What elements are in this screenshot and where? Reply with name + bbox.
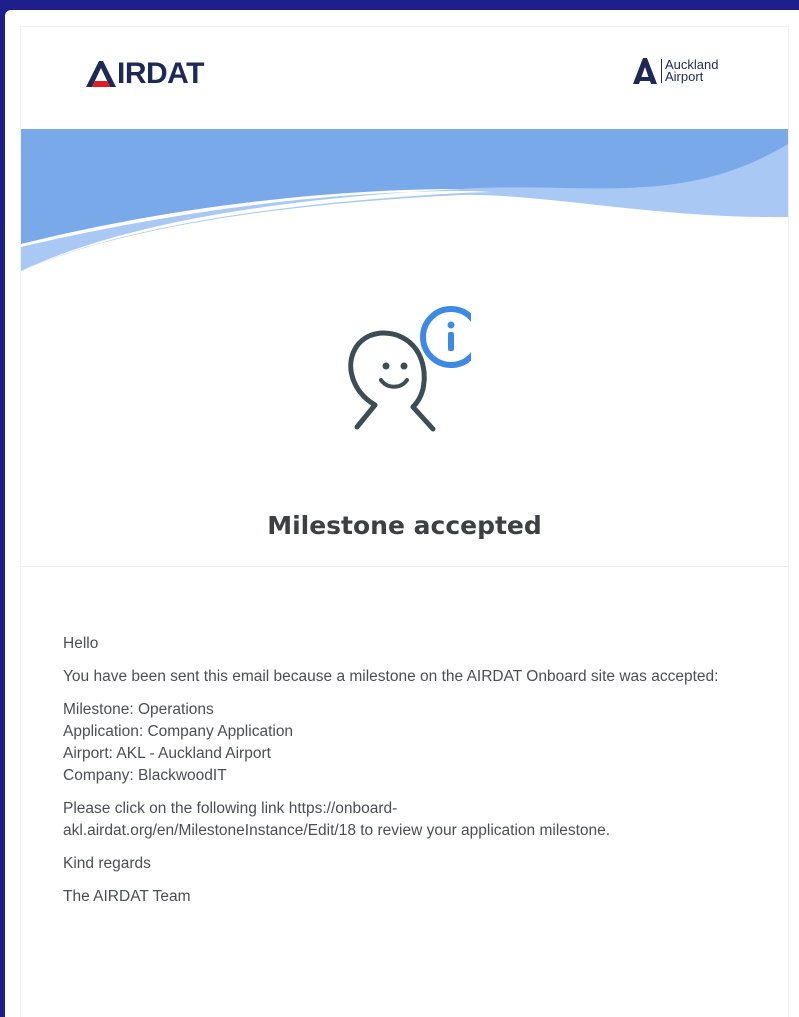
email-header: IRDAT Auckland Airport [21, 27, 788, 119]
intro-paragraph: You have been sent this email because a … [63, 668, 719, 685]
header-wave-graphic [21, 129, 788, 271]
greeting: Hello [63, 635, 99, 652]
closing: Kind regards [63, 855, 151, 872]
smiley-info-icon [348, 306, 471, 432]
signature: The AIRDAT Team [63, 888, 191, 905]
auckland-airport-text: Auckland Airport [661, 58, 718, 84]
detail-milestone: Milestone: Operations [63, 701, 214, 718]
link-line-1: Please click on the following link https… [63, 800, 398, 817]
airdat-logo-text: IRDAT [117, 57, 204, 90]
auckland-airport-a-icon [633, 58, 657, 84]
airdat-logo: IRDAT [86, 57, 204, 91]
email-body: Hello You have been sent this email beca… [63, 633, 743, 919]
detail-airport: Airport: AKL - Auckland Airport [63, 745, 271, 762]
link-paragraph: Please click on the following link https… [63, 798, 743, 842]
section-divider [21, 566, 788, 567]
detail-application: Application: Company Application [63, 723, 294, 740]
page-title: Milestone accepted [267, 511, 542, 540]
auckland-airport-line2: Airport [665, 69, 704, 84]
email-card: IRDAT Auckland Airport Milestone accepte… [20, 26, 789, 1017]
auckland-airport-logo: Auckland Airport [633, 58, 718, 84]
link-line-2: akl.airdat.org/en/MilestoneInstance/Edit… [63, 822, 611, 839]
detail-company: Company: BlackwoodIT [63, 767, 227, 784]
email-frame: IRDAT Auckland Airport Milestone accepte… [5, 10, 799, 1017]
airdat-a-icon [86, 61, 116, 87]
milestone-details: Milestone: Operations Application: Compa… [63, 699, 743, 787]
